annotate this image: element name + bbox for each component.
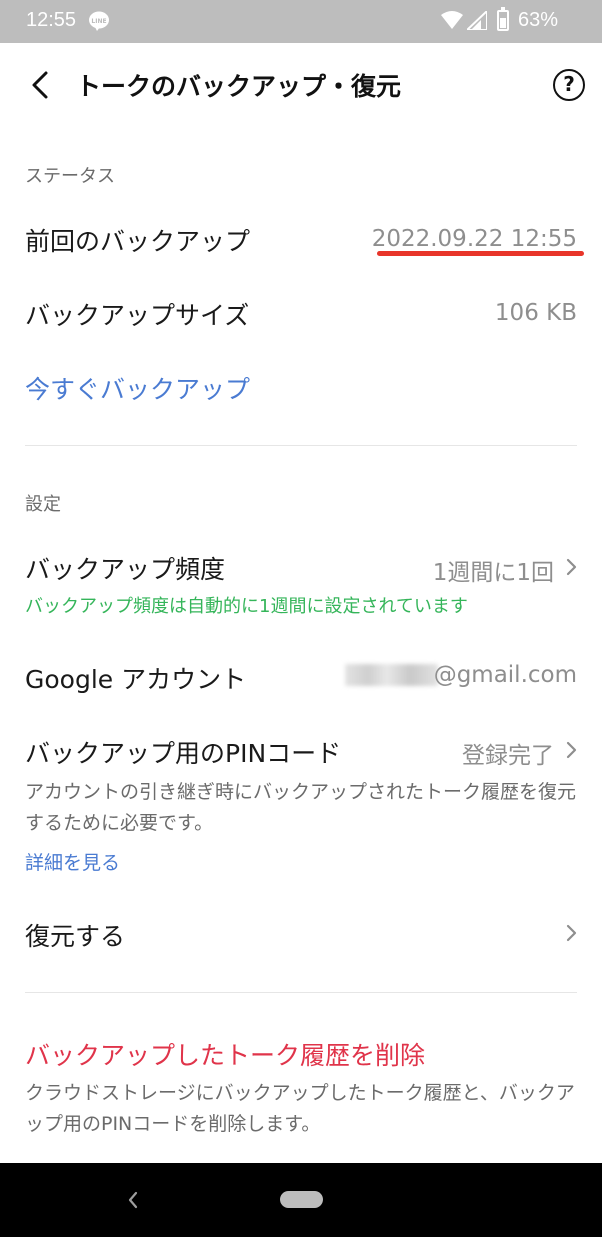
section-label-status: ステータス xyxy=(25,166,115,187)
delete-backup-button[interactable]: バックアップしたトーク履歴を削除 xyxy=(25,1036,425,1072)
frequency-label: バックアップ頻度 xyxy=(25,555,226,584)
backup-size-label: バックアップサイズ xyxy=(25,301,250,330)
frequency-value: 1週間に1回 xyxy=(432,560,554,586)
highlight-underline xyxy=(377,251,584,256)
google-account-value: @gmail.com xyxy=(433,662,577,688)
pin-description: アカウントの引き継ぎ時にバックアップされたトーク履歴を復元するために必要です。 xyxy=(25,781,577,834)
backup-now-button[interactable]: 今すぐバックアップ xyxy=(25,370,250,406)
delete-description: クラウドストレージにバックアップしたトーク履歴と、バックアップ用のPINコードを… xyxy=(25,1082,575,1135)
chevron-right-icon xyxy=(566,558,577,576)
pin-label: バックアップ用のPINコード xyxy=(25,739,342,768)
chevron-right-icon xyxy=(566,741,577,759)
last-backup-label: 前回のバックアップ xyxy=(25,227,251,256)
battery-icon xyxy=(497,7,509,31)
system-nav-bar xyxy=(0,1163,602,1237)
section-divider xyxy=(25,445,577,446)
restore-label: 復元する xyxy=(25,922,126,951)
pin-value: 登録完了 xyxy=(462,743,554,769)
google-account-label: Google アカウント xyxy=(25,665,247,694)
status-time: 12:55 xyxy=(26,9,77,31)
battery-percent: 63% xyxy=(517,9,558,31)
line-icon: LINE xyxy=(89,11,109,31)
blurred-email-name xyxy=(345,664,438,686)
chevron-right-icon xyxy=(566,924,577,942)
section-divider xyxy=(25,992,577,993)
last-backup-value: 2022.09.22 12:55 xyxy=(371,226,577,252)
frequency-note: バックアップ頻度は自動的に1週間に設定されています xyxy=(25,596,468,617)
section-label-settings: 設定 xyxy=(25,494,61,515)
app-header: トークのバックアップ・復元 ? xyxy=(0,43,602,129)
status-bar: 12:55 LINE 63% xyxy=(0,0,602,43)
home-pill-icon[interactable] xyxy=(280,1191,323,1208)
backup-size-value: 106 KB xyxy=(494,300,577,326)
page-title: トークのバックアップ・復元 xyxy=(76,72,402,101)
help-circle-icon[interactable]: ? xyxy=(553,69,585,101)
details-link[interactable]: 詳細を見る xyxy=(25,848,120,875)
chevron-left-icon[interactable] xyxy=(24,67,60,103)
signal-icon xyxy=(467,11,487,30)
nav-back-icon[interactable] xyxy=(125,1189,141,1211)
wifi-icon xyxy=(441,11,463,29)
svg-text:LINE: LINE xyxy=(91,18,106,25)
